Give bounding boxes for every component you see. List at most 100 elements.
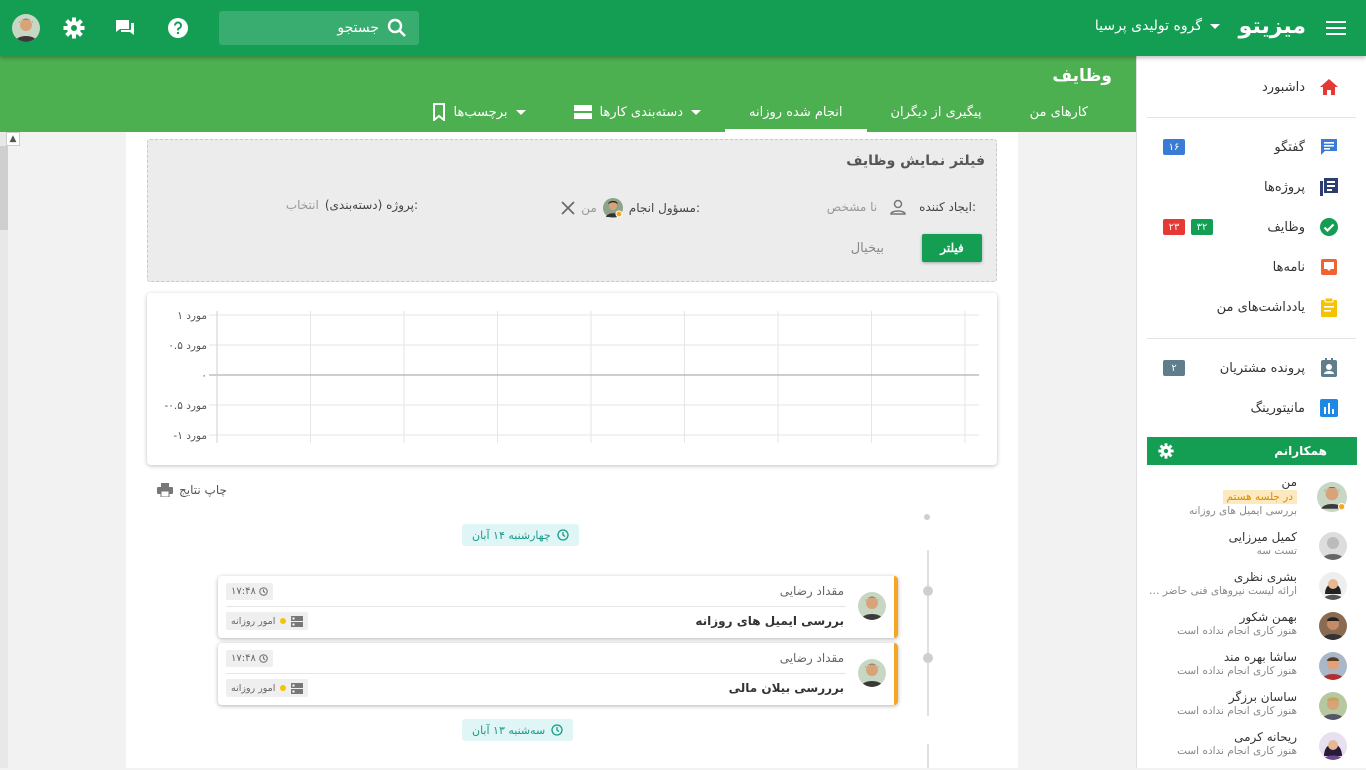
category-dot	[280, 685, 287, 691]
category-dot	[280, 618, 287, 624]
tasks-count-badge: ۳۲	[1191, 219, 1213, 235]
task-category[interactable]: امور روزانه	[226, 679, 309, 697]
sidebar-item-projects[interactable]: پروژه‌ها	[1137, 167, 1366, 207]
task-title[interactable]: برررسی بیلان مالی	[729, 681, 844, 695]
customers-count-badge: ۲	[1163, 360, 1185, 376]
project-label: پروژه (دسته‌بندی):	[324, 198, 418, 212]
main-content: فیلتر نمایش وظایف نا مشخص ایجاد کننده: م…	[126, 132, 1018, 768]
chart-svg: ۱ مورد ۰.۵ مورد ۰ -۰.۵ مورد -۱ مورد	[164, 310, 979, 443]
timeline-line	[927, 744, 929, 768]
cancel-button[interactable]: بیخیال	[851, 234, 884, 262]
page-title: وظایف	[1052, 66, 1112, 86]
avatar	[1317, 482, 1347, 512]
timeline-dot	[923, 653, 933, 663]
tab-my-tasks[interactable]: کارهای من	[1006, 92, 1112, 132]
chevron-down-icon	[1210, 23, 1220, 29]
creator-value: نا مشخص	[826, 200, 878, 214]
gear-icon[interactable]	[62, 16, 86, 40]
task-user: مقداد رضایی	[779, 651, 844, 665]
colleague-item[interactable]: ریحانه کرمی هنوز کاری انجام نداده است	[1137, 730, 1366, 770]
scroll-strip[interactable]	[0, 132, 8, 768]
project-filter[interactable]: انتخاب پروژه (دسته‌بندی):	[286, 198, 424, 212]
colleague-item[interactable]: کمیل میرزایی تست سه	[1137, 530, 1366, 570]
filter-title: فیلتر نمایش وظایف	[846, 153, 985, 169]
project-value: انتخاب	[285, 198, 319, 212]
search-box[interactable]	[219, 11, 419, 45]
chart-ytick-label: ۰	[201, 370, 207, 382]
chart-ytick-label: -۱ مورد	[173, 430, 207, 442]
timeline-line	[927, 550, 929, 716]
search-input[interactable]	[239, 20, 379, 36]
messages-icon[interactable]	[113, 16, 137, 40]
colleague-item[interactable]: من در جلسه هستم بررسی ایمیل های روزانه	[1137, 475, 1366, 517]
timeline-dot	[924, 514, 930, 520]
colleague-item[interactable]: ساسان برزگر هنوز کاری انجام نداده است	[1137, 690, 1366, 730]
print-label: چاپ نتایج	[179, 483, 227, 497]
chevron-down-icon	[515, 109, 526, 115]
creator-filter[interactable]: نا مشخص ایجاد کننده:	[827, 198, 976, 216]
avatar	[1319, 532, 1347, 560]
category-icon	[291, 682, 304, 694]
avatar	[1319, 692, 1347, 720]
gear-icon[interactable]	[1158, 443, 1174, 459]
tab-bar: کارهای من پیگیری از دیگران انجام شده روز…	[408, 92, 1112, 132]
clock-icon	[557, 529, 569, 541]
tab-tags[interactable]: برچسب‌ها	[408, 92, 550, 132]
sidebar-item-customers[interactable]: پرونده مشتریان ۲	[1137, 348, 1366, 388]
avatar	[1319, 652, 1347, 680]
category-icon	[291, 615, 304, 627]
clear-icon[interactable]	[561, 201, 575, 215]
colleague-item[interactable]: بشری نظری ارائه لیست نیروهای فنی حاضر در…	[1137, 570, 1366, 610]
avatar	[1319, 732, 1347, 760]
avatar	[1319, 612, 1347, 640]
colleague-item[interactable]: بهمن شکور هنوز کاری انجام نداده است	[1137, 610, 1366, 650]
filter-panel: فیلتر نمایش وظایف نا مشخص ایجاد کننده: م…	[147, 139, 997, 282]
brand-logo[interactable]: میزیتو	[1239, 14, 1306, 39]
menu-icon[interactable]	[1324, 16, 1348, 40]
sidebar-item-letters[interactable]: نامه‌ها	[1137, 247, 1366, 287]
help-icon[interactable]	[166, 16, 190, 40]
date-badge: چهارشنبه ۱۴ آبان	[462, 524, 579, 546]
tab-daily-done[interactable]: انجام شده روزانه	[725, 92, 867, 132]
sidebar-item-notes[interactable]: یادداشت‌های من	[1137, 287, 1366, 327]
assignee-filter[interactable]: من مسؤول انجام:	[543, 198, 700, 218]
org-selector[interactable]: گروه تولیدی پرسیا	[1095, 18, 1220, 34]
bookmark-icon	[432, 103, 445, 121]
divider	[1147, 117, 1356, 118]
org-name: گروه تولیدی پرسیا	[1094, 18, 1202, 34]
divider	[226, 606, 846, 607]
scroll-thumb[interactable]	[0, 146, 8, 230]
task-card[interactable]: مقداد رضایی برررسی بیلان مالی ۱۷:۴۸ امور…	[218, 643, 898, 705]
task-category[interactable]: امور روزانه	[226, 612, 309, 630]
creator-label: ایجاد کننده:	[919, 200, 976, 214]
chart-ytick-label: ۱ مورد	[177, 310, 207, 322]
assignee-value: من	[581, 201, 597, 215]
monitoring-icon	[1319, 398, 1339, 418]
sidebar-item-monitoring[interactable]: مانیتورینگ	[1137, 388, 1366, 428]
daily-chart: ۱ مورد ۰.۵ مورد ۰ -۰.۵ مورد -۱ مورد	[147, 293, 997, 465]
clock-icon	[259, 587, 268, 596]
sidebar-item-tasks[interactable]: وظایف ۳۲ ۲۳	[1137, 207, 1366, 247]
filter-button[interactable]: فیلتر	[922, 234, 982, 262]
check-circle-icon	[1319, 217, 1339, 237]
tab-categories[interactable]: دسته‌بندی کارها	[550, 92, 726, 132]
divider	[226, 673, 846, 674]
avatar	[1319, 572, 1347, 600]
task-time: ۱۷:۴۸	[226, 583, 273, 600]
home-icon	[1319, 77, 1339, 97]
assignee-avatar	[602, 198, 623, 218]
search-icon[interactable]	[387, 18, 407, 38]
print-results-button[interactable]: چاپ نتایج	[157, 483, 227, 497]
colleague-item[interactable]: ساشا بهره مند هنوز کاری انجام نداده است	[1137, 650, 1366, 690]
sidebar-item-chat[interactable]: گفتگو ۱۶	[1137, 127, 1366, 167]
tab-follow-up[interactable]: پیگیری از دیگران	[867, 92, 1006, 132]
chart-ytick-label: -۰.۵ مورد	[164, 400, 207, 412]
assignee-label: مسؤول انجام:	[628, 201, 700, 215]
category-icon	[573, 105, 592, 119]
task-card[interactable]: مقداد رضایی بررسی ایمیل های روزانه ۱۷:۴۸…	[218, 576, 898, 638]
scroll-up-icon[interactable]: ▲	[6, 132, 20, 146]
user-avatar[interactable]	[12, 14, 40, 42]
sidebar-item-dashboard[interactable]: داشبورد	[1137, 67, 1366, 107]
task-title[interactable]: بررسی ایمیل های روزانه	[695, 614, 844, 628]
person-icon	[890, 199, 906, 215]
